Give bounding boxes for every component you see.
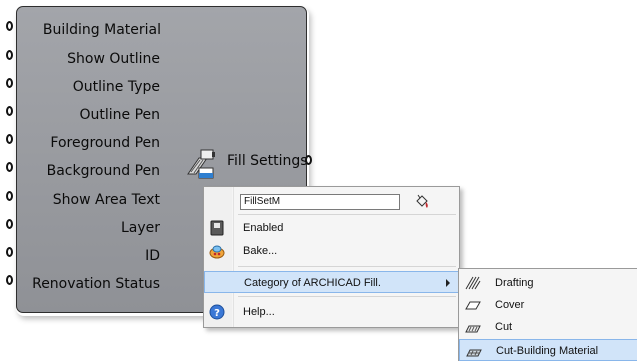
- submenu-arrow-icon: [446, 279, 450, 287]
- menu-separator: [238, 266, 456, 267]
- input-grip[interactable]: [6, 191, 13, 201]
- bake-icon: [209, 245, 225, 259]
- input-grip[interactable]: [6, 134, 13, 144]
- help-icon: ?: [209, 304, 225, 320]
- submenu-item-label: Cut-Building Material: [496, 345, 599, 357]
- input-label-outline-pen[interactable]: Outline Pen: [17, 106, 160, 124]
- menu-item-help[interactable]: ? Help...: [204, 301, 459, 323]
- submenu-item-cut-building-material[interactable]: Cut-Building Material: [459, 339, 637, 361]
- fill-settings-icon: [187, 149, 215, 179]
- submenu-item-drafting[interactable]: Drafting: [459, 272, 637, 294]
- input-label-foreground-pen[interactable]: Foreground Pen: [17, 134, 160, 152]
- menu-item-label: Help...: [243, 306, 275, 318]
- enabled-toggle-icon: [210, 220, 224, 236]
- submenu-item-label: Cover: [495, 299, 525, 311]
- input-label-background-pen[interactable]: Background Pen: [17, 162, 160, 180]
- menu-item-bake[interactable]: Bake...: [204, 240, 459, 262]
- menu-item-label: Category of ARCHICAD Fill.: [244, 277, 381, 289]
- submenu-item-label: Cut: [495, 321, 513, 333]
- menu-item-category[interactable]: Category of ARCHICAD Fill.: [204, 271, 459, 293]
- input-grip[interactable]: [6, 50, 13, 60]
- input-grip[interactable]: [6, 219, 13, 229]
- component-name: Fill Settings: [227, 153, 308, 169]
- paint-bucket-icon[interactable]: [414, 194, 430, 210]
- output-grip[interactable]: [305, 155, 312, 165]
- input-label-building-material[interactable]: Building Material: [17, 21, 161, 39]
- input-label-outline-type[interactable]: Outline Type: [17, 78, 160, 96]
- input-label-id[interactable]: ID: [17, 247, 160, 265]
- menu-item-enabled[interactable]: Enabled: [204, 217, 459, 239]
- input-label-layer[interactable]: Layer: [17, 219, 160, 237]
- input-grip[interactable]: [6, 247, 13, 257]
- input-grip[interactable]: [6, 162, 13, 172]
- input-label-show-outline[interactable]: Show Outline: [17, 50, 160, 68]
- submenu-item-cover[interactable]: Cover: [459, 294, 637, 316]
- context-menu: FillSetM Enabled Bake... Category of ARC…: [203, 186, 460, 328]
- submenu-item-label: Drafting: [495, 277, 534, 289]
- submenu-item-cut[interactable]: Cut: [459, 316, 637, 338]
- cut-fill-icon: [465, 325, 481, 333]
- drafting-fill-icon: [465, 276, 481, 290]
- cut-building-material-icon: [466, 349, 482, 357]
- input-label-renovation-status[interactable]: Renovation Status: [17, 275, 160, 293]
- input-label-show-area-text[interactable]: Show Area Text: [17, 191, 160, 209]
- component-name-field[interactable]: FillSetM: [240, 194, 400, 210]
- input-grip[interactable]: [6, 21, 13, 31]
- menu-separator: [238, 214, 456, 215]
- menu-item-label: Enabled: [243, 222, 284, 234]
- svg-text:?: ?: [214, 308, 220, 319]
- input-grip[interactable]: [6, 275, 13, 285]
- menu-separator: [238, 296, 456, 297]
- category-submenu: Drafting Cover Cut Cut-Building Material: [458, 268, 637, 361]
- input-grip[interactable]: [6, 106, 13, 116]
- cover-fill-icon: [465, 301, 481, 310]
- menu-item-label: Bake...: [243, 245, 278, 257]
- input-grip[interactable]: [6, 78, 13, 88]
